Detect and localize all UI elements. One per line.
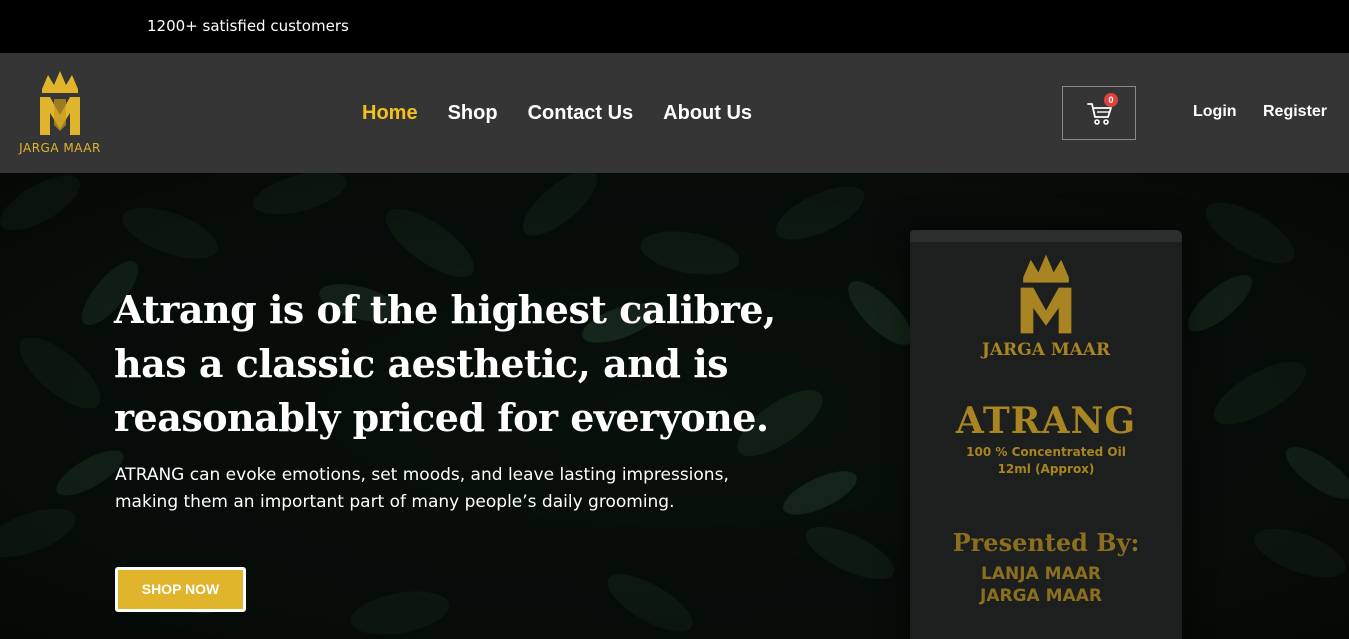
- brand-name: JARGA MAAR: [19, 141, 101, 155]
- product-crown-logo-icon: [1020, 254, 1072, 334]
- description-line: ATRANG can evoke emotions, set moods, an…: [115, 465, 729, 485]
- cart-count-badge: 0: [1104, 93, 1118, 107]
- product-box-image: JARGA MAAR ATRANG 100 % Concentrated Oil…: [910, 230, 1182, 639]
- product-presented-by: Presented By:: [952, 528, 1140, 557]
- nav-contact-us[interactable]: Contact Us: [528, 102, 634, 125]
- product-presenter-2: JARGA MAAR: [980, 586, 1102, 606]
- hero-headline: Atrang is of the highest calibre, has a …: [114, 283, 814, 445]
- hero-banner: Atrang is of the highest calibre, has a …: [0, 173, 1349, 639]
- box-lid: [910, 230, 1182, 242]
- brand-logo[interactable]: JARGA MAAR: [12, 69, 108, 161]
- shop-now-button[interactable]: SHOP NOW: [115, 567, 246, 612]
- announcement-text: 1200+ satisfied customers: [147, 17, 349, 35]
- product-volume: 12ml (Approx): [997, 462, 1095, 476]
- description-line: making them an important part of many pe…: [115, 492, 675, 512]
- headline-line: reasonably priced for everyone.: [114, 395, 769, 440]
- site-header: JARGA MAAR Home Shop Contact Us About Us…: [0, 53, 1349, 173]
- top-announcement-bar: 1200+ satisfied customers: [0, 0, 1349, 53]
- main-nav: Home Shop Contact Us About Us: [362, 53, 782, 173]
- product-name: ATRANG: [955, 400, 1137, 442]
- cart-button[interactable]: 0: [1062, 86, 1136, 140]
- crown-logo-icon: [40, 71, 80, 135]
- hero-description: ATRANG can evoke emotions, set moods, an…: [115, 462, 795, 516]
- product-brand: JARGA MAAR: [981, 340, 1111, 360]
- nav-about-us[interactable]: About Us: [663, 102, 752, 125]
- register-link[interactable]: Register: [1263, 103, 1327, 121]
- nav-shop[interactable]: Shop: [448, 102, 498, 125]
- product-presenter-1: LANJA MAAR: [981, 564, 1101, 584]
- product-concentration: 100 % Concentrated Oil: [966, 445, 1126, 459]
- headline-line: Atrang is of the highest calibre,: [114, 287, 776, 332]
- login-link[interactable]: Login: [1193, 103, 1237, 121]
- nav-home[interactable]: Home: [362, 102, 418, 125]
- headline-line: has a classic aesthetic, and is: [114, 341, 729, 386]
